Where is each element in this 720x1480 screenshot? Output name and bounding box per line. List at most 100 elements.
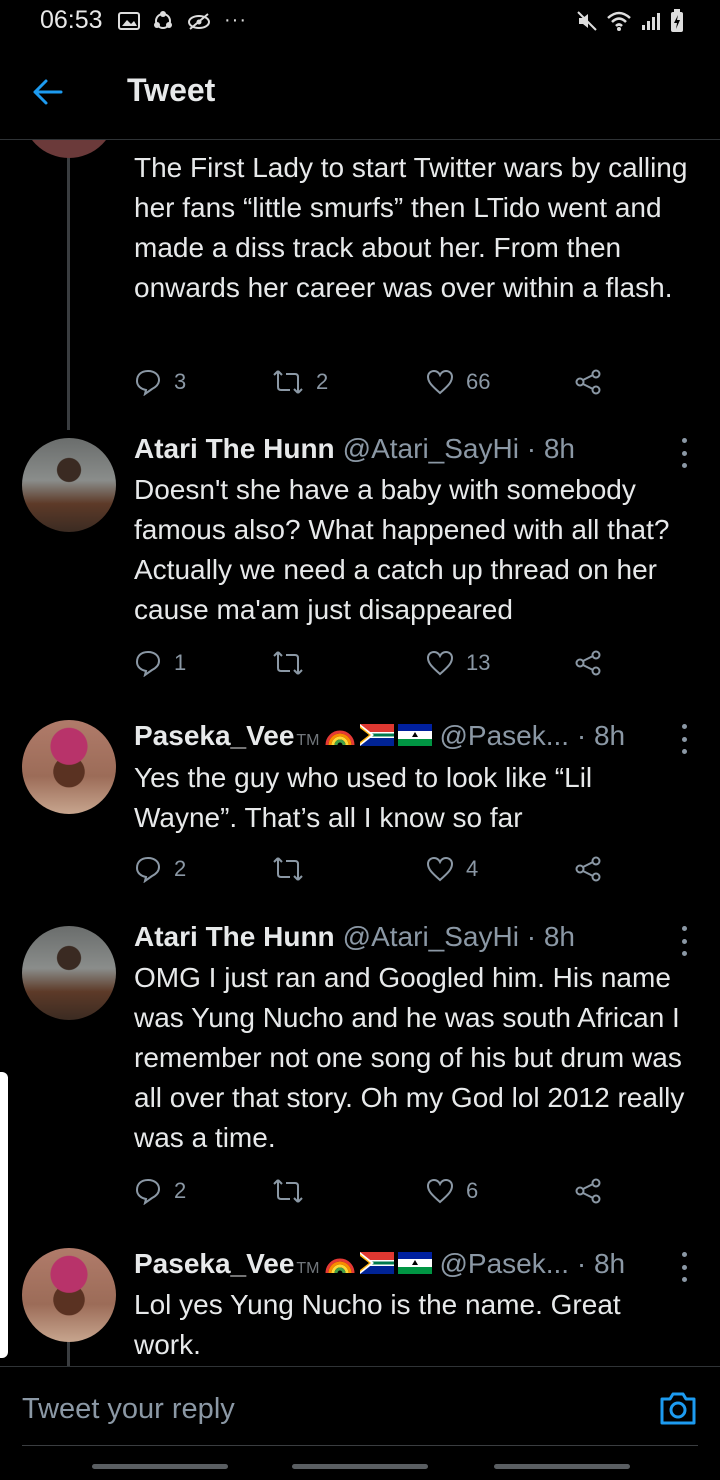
camera-icon [660, 1392, 696, 1425]
arrow-left-icon [33, 79, 63, 105]
signal-icon [642, 13, 660, 30]
share-icon [575, 1178, 601, 1204]
nav-recents-pill[interactable] [92, 1464, 228, 1469]
sync-icon [154, 10, 172, 29]
tweet-header: Paseka_Vee TM @Pasek... · 8h [134, 1248, 668, 1280]
reply-icon [135, 1178, 161, 1205]
retweet-icon [273, 1179, 303, 1203]
tweet-actions: 1 13 [134, 645, 604, 681]
status-system-icons [576, 9, 684, 33]
tweet-text: Yes the guy who used to look like “Lil W… [134, 762, 593, 833]
avatar[interactable] [22, 438, 116, 532]
eye-off-icon [188, 12, 210, 30]
share-button[interactable] [574, 1178, 602, 1204]
mute-icon [577, 11, 597, 31]
retweet-icon [273, 857, 303, 881]
tweet-text: The First Lady to start Twitter wars by … [134, 152, 688, 303]
more-options-button[interactable] [678, 1252, 690, 1282]
like-count: 13 [466, 650, 491, 675]
lesotho-flag-icon [397, 1252, 432, 1274]
avatar[interactable] [22, 926, 116, 1020]
reply-count: 2 [174, 856, 187, 881]
wifi-icon [607, 11, 631, 31]
like-count: 4 [466, 856, 479, 881]
rainbow-icon [325, 730, 354, 746]
battery-charging-icon [671, 9, 683, 32]
display-name[interactable]: Paseka_Vee [134, 720, 294, 752]
thread-connector-line [67, 140, 70, 430]
reply-button[interactable]: 2 [134, 1177, 186, 1205]
more-options-button[interactable] [678, 926, 690, 956]
share-button[interactable] [574, 856, 602, 882]
retweet-button[interactable] [272, 650, 316, 676]
avatar[interactable] [22, 140, 116, 158]
status-bar: 06:53 ··· [0, 0, 720, 44]
handle-time: @Pasek... · 8h [439, 1248, 626, 1279]
status-notification-icons: ··· [118, 9, 247, 32]
nav-back-pill[interactable] [494, 1464, 630, 1469]
south-africa-flag-icon [359, 1252, 394, 1274]
share-button[interactable] [574, 650, 602, 676]
more-options-button[interactable] [678, 438, 690, 468]
tweet-actions: 2 6 [134, 1173, 604, 1209]
like-button[interactable]: 4 [426, 856, 478, 882]
edge-panel-handle[interactable] [0, 1072, 8, 1358]
trademark-label: TM [296, 1260, 320, 1277]
retweet-button[interactable]: 2 [272, 369, 328, 395]
heart-icon [426, 369, 454, 395]
reply-count: 1 [174, 650, 187, 675]
reply-input[interactable]: Tweet your reply [22, 1393, 235, 1426]
display-name[interactable]: Atari The Hunn [134, 921, 335, 953]
reply-icon [135, 369, 161, 396]
reply-icon [135, 650, 161, 677]
handle-time: @Atari_SayHi · 8h [342, 433, 575, 464]
share-button[interactable] [574, 369, 602, 395]
reply-count: 3 [174, 369, 187, 394]
more-options-button[interactable] [678, 724, 690, 754]
tweet-header: Atari The Hunn @Atari_SayHi · 8h [134, 921, 668, 953]
nav-home-pill[interactable] [292, 1464, 428, 1469]
retweet-icon [273, 370, 303, 394]
tweet-header: Atari The Hunn @Atari_SayHi · 8h [134, 433, 668, 465]
share-icon [575, 650, 601, 676]
share-icon [575, 856, 601, 882]
avatar[interactable] [22, 720, 116, 814]
tweet-thread[interactable]: The First Lady to start Twitter wars by … [0, 140, 720, 1366]
page-title: Tweet [127, 72, 216, 108]
reply-icon [135, 856, 161, 883]
tweet-header: Paseka_Vee TM @Pasek... · 8h [134, 720, 668, 752]
handle-time: @Atari_SayHi · 8h [342, 921, 575, 952]
like-button[interactable]: 66 [426, 369, 490, 395]
heart-icon [426, 650, 454, 676]
south-africa-flag-icon [359, 724, 394, 746]
retweet-icon [273, 651, 303, 675]
tweet-actions: 2 4 [134, 851, 604, 887]
tweet-actions: 3 2 66 [134, 364, 604, 400]
like-button[interactable]: 13 [426, 650, 490, 676]
like-button[interactable]: 6 [426, 1178, 478, 1204]
reply-button[interactable]: 2 [134, 855, 186, 883]
camera-button[interactable] [658, 1389, 698, 1427]
top-app-bar: Tweet [0, 44, 720, 140]
reply-composer: Tweet your reply [0, 1366, 720, 1446]
trademark-label: TM [296, 732, 320, 749]
handle-time: @Pasek... · 8h [439, 720, 626, 751]
reply-button[interactable]: 3 [134, 368, 186, 396]
like-count: 66 [466, 369, 491, 394]
back-button[interactable] [28, 72, 68, 112]
tweet-text: OMG I just ran and Googled him. His name… [134, 962, 685, 1153]
retweet-count: 2 [316, 369, 329, 394]
retweet-button[interactable] [272, 1178, 316, 1204]
gallery-icon [118, 11, 140, 30]
retweet-button[interactable] [272, 856, 316, 882]
tweet-text: Doesn't she have a baby with somebody fa… [134, 474, 670, 625]
avatar[interactable] [22, 1248, 116, 1342]
navigation-bar [0, 1446, 720, 1480]
share-icon [575, 369, 601, 395]
display-name[interactable]: Paseka_Vee [134, 1248, 294, 1280]
lesotho-flag-icon [397, 724, 432, 746]
display-name[interactable]: Atari The Hunn [134, 433, 335, 465]
more-notifications-icon: ··· [224, 9, 247, 31]
name-emojis [324, 723, 432, 747]
reply-button[interactable]: 1 [134, 649, 186, 677]
